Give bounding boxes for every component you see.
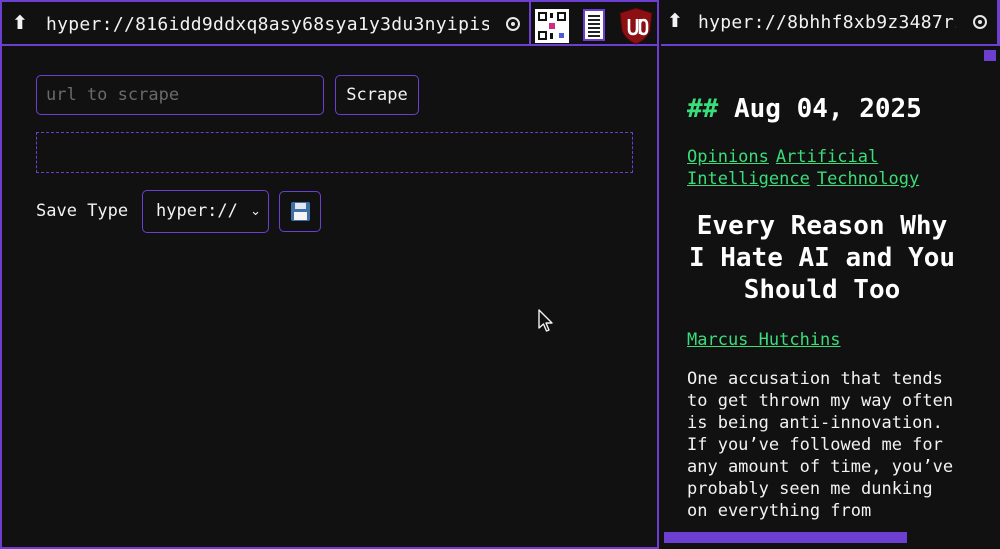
save-type-value: hyper:// <box>156 201 238 221</box>
horizontal-scrollbar[interactable] <box>664 532 907 543</box>
target-icon[interactable] <box>506 17 520 31</box>
save-type-label: Save Type <box>36 201 129 221</box>
right-url-bar: ⬆ hyper://8bhhf8xb9z3487rzw <box>661 0 1000 46</box>
mouse-cursor-icon <box>538 309 553 332</box>
scrape-output-area <box>36 132 633 173</box>
target-icon[interactable] <box>973 15 987 29</box>
left-pane: ⬆ hyper://816idd9ddxq8asy68sya1y3du3nyip… <box>0 0 659 549</box>
extension-divider <box>529 2 531 46</box>
save-type-select[interactable]: hyper:// ⌄ <box>142 190 269 233</box>
left-url-field[interactable]: hyper://816idd9ddxq8asy68sya1y3du3nyipis… <box>46 14 489 36</box>
left-url-bar: ⬆ hyper://816idd9ddxq8asy68sya1y3du3nyip… <box>2 2 657 46</box>
up-arrow-icon[interactable]: ⬆ <box>667 9 689 33</box>
ublock-icon[interactable] <box>618 7 654 45</box>
qr-code-icon[interactable] <box>535 9 569 43</box>
article-date: ## Aug 04, 2025 <box>687 94 922 124</box>
tag-link[interactable]: Technology <box>817 169 919 189</box>
floppy-disk-icon <box>291 202 310 221</box>
chevron-down-icon: ⌄ <box>250 204 261 219</box>
right-pane: ⬆ hyper://8bhhf8xb9z3487rzw ## Aug 04, 2… <box>661 0 1000 549</box>
up-arrow-icon[interactable]: ⬆ <box>12 11 34 35</box>
vertical-scrollbar[interactable] <box>984 50 996 61</box>
scrape-button[interactable]: Scrape <box>335 75 419 115</box>
article-tags: Opinions Artificial Intelligence Technolog… <box>687 146 957 190</box>
save-button[interactable] <box>279 191 321 232</box>
article: ## Aug 04, 2025 Opinions Artificial Intel… <box>687 92 957 522</box>
reader-icon[interactable] <box>583 9 605 41</box>
author-link[interactable]: Marcus Hutchins <box>687 330 841 350</box>
article-author: Marcus Hutchins <box>687 329 957 351</box>
tag-link[interactable]: Opinions <box>687 147 769 167</box>
article-body: One accusation that tends to get thrown … <box>687 369 954 521</box>
right-url-field[interactable]: hyper://8bhhf8xb9z3487rzw <box>698 12 956 34</box>
article-headline: Every Reason Why I Hate AI and You Shoul… <box>688 211 956 305</box>
scrape-url-input[interactable] <box>36 75 324 115</box>
